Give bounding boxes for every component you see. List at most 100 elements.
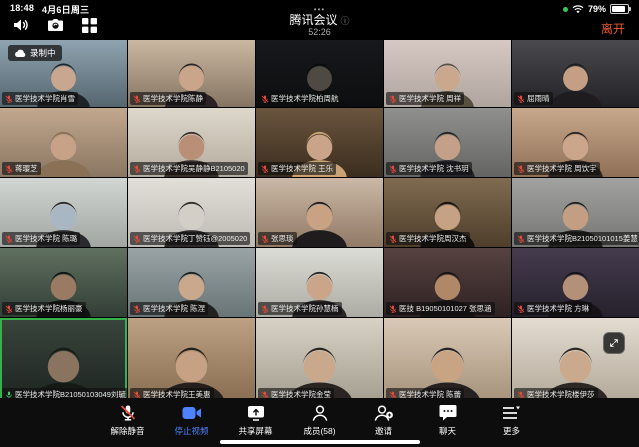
cloud-recording-icon (14, 49, 26, 58)
recording-badge-label: 录制中 (30, 47, 56, 59)
participant-name-tag: 医学技术学院 方琳 (514, 302, 592, 315)
nav-bar: 腾讯会议 ⓘ 52:26 离开 (0, 14, 639, 40)
participant-name: 医学技术学院 王乐 (271, 163, 333, 174)
participant-name: 医学技术学院杨丽豪 (15, 303, 83, 314)
participants-label: 成员(58) (303, 425, 335, 437)
participant-tile[interactable]: 医学技术学院周汉杰 (384, 178, 511, 247)
stop-video-label: 停止视频 (174, 425, 208, 437)
battery-icon (610, 4, 629, 14)
participants-button[interactable]: 成员(58) (294, 403, 346, 437)
participant-tile[interactable]: 医学技术学院 周祥 (384, 40, 511, 107)
participant-name-tag: 屈雨晴 (514, 92, 553, 105)
participant-name: 医学技术学院陈静 (143, 93, 203, 104)
meeting-title-block[interactable]: 腾讯会议 ⓘ 52:26 (289, 14, 349, 38)
participant-name-tag: 医学技术学院肖雪 (2, 92, 78, 105)
more-label: 更多 (503, 425, 520, 437)
participant-name: 蒋璎芝 (15, 163, 38, 174)
mic-status-icon (261, 95, 269, 103)
participant-name-tag: 医学技术学院 陈璐 (2, 232, 80, 245)
mic-status-icon (5, 235, 13, 243)
share-screen-button[interactable]: 共享屏幕 (230, 403, 282, 437)
participant-name: 医学技术学院丁赞钰@2005020 (143, 233, 247, 244)
participants-icon (311, 403, 329, 422)
info-icon[interactable]: ⓘ (341, 16, 350, 26)
participant-tile[interactable]: 医学技术学院丁赞钰@2005020 (128, 178, 255, 247)
status-indicators: 79% (563, 4, 629, 14)
participant-name: 医学技术学院 沈书玥 (399, 163, 469, 174)
speaker-output-button[interactable] (12, 17, 30, 33)
leave-button[interactable]: 离开 (601, 20, 625, 37)
participant-tile[interactable]: 医学技术学院楼伊莎 (512, 318, 639, 403)
mic-status-icon (389, 95, 397, 103)
participant-name-tag: 医学技术学院孙慧楠 (258, 302, 342, 315)
participant-tile[interactable]: 医学技术学院B21050103049刘毓 (0, 318, 127, 403)
participant-tile[interactable]: 医学技术学院 王乐 (256, 108, 383, 177)
participant-name: 医学技术学院B21050101015姜慧 (527, 233, 638, 244)
mic-status-icon (389, 305, 397, 313)
participant-name-tag: 医学技术学院杨丽豪 (2, 302, 86, 315)
participant-name: 医学技术学院吴静静B2105020 (143, 163, 245, 174)
participant-tile[interactable]: 医学技术学院 陈璐 (0, 178, 127, 247)
participant-tile[interactable]: 医学技术学院王美惠 (128, 318, 255, 403)
participant-name: 医学技术学院 陈涅 (143, 303, 205, 314)
participant-name-tag: 医学技术学院 沈书玥 (386, 162, 472, 175)
participant-tile[interactable]: 医学技术学院柏周航 (256, 40, 383, 107)
participant-name: 屈雨晴 (527, 93, 550, 104)
share-screen-icon (247, 403, 265, 422)
layout-grid-button[interactable] (80, 17, 98, 33)
participant-tile[interactable]: 医学技术学院 沈书玥 (384, 108, 511, 177)
meeting-timer: 52:26 (289, 28, 349, 38)
participant-tile[interactable]: 医学技术学院 陈蕾 (384, 318, 511, 403)
invite-button[interactable]: 邀请 (358, 403, 410, 437)
more-icon (502, 403, 521, 422)
home-indicator[interactable] (220, 440, 420, 444)
more-button[interactable]: 更多 (486, 403, 538, 437)
mic-status-icon (133, 165, 141, 173)
participant-tile[interactable]: 张思琰 (256, 178, 383, 247)
mic-status-icon (5, 95, 13, 103)
participant-tile[interactable]: 屈雨晴 (512, 40, 639, 107)
mic-status-icon (261, 165, 269, 173)
share-screen-label: 共享屏幕 (238, 425, 272, 437)
mic-status-icon (261, 235, 269, 243)
participant-tile[interactable]: 医技 B19050101027 张思涵 (384, 248, 511, 317)
wifi-icon (572, 5, 584, 14)
participant-tile[interactable]: 医学技术学院 陈涅 (128, 248, 255, 317)
recording-badge[interactable]: 录制中 (8, 45, 62, 61)
participant-tile[interactable]: 医学技术学院杨丽豪 (0, 248, 127, 317)
video-camera-icon (182, 403, 202, 422)
participant-name: 医学技术学院周汉杰 (399, 233, 467, 244)
chat-label: 聊天 (439, 425, 456, 437)
participant-name: 医学技术学院柏周航 (271, 93, 339, 104)
participant-tile[interactable]: 医学技术学院B21050101015姜慧 (512, 178, 639, 247)
mic-status-icon (517, 305, 525, 313)
participant-tile[interactable]: 医学技术学院陈静 (128, 40, 255, 107)
stop-video-button[interactable]: 停止视频 (166, 403, 218, 437)
participant-tile[interactable]: 医学技术学院 周饮宇 (512, 108, 639, 177)
participant-tile[interactable]: 医学技术学院金莹 (256, 318, 383, 403)
participant-name: 医学技术学院 方琳 (527, 303, 589, 314)
chat-button[interactable]: 聊天 (422, 403, 474, 437)
participant-tile[interactable]: 医学技术学院 方琳 (512, 248, 639, 317)
participant-name: 医学技术学院 周祥 (399, 93, 461, 104)
participant-name-tag: 医学技术学院吴静静B2105020 (130, 162, 248, 175)
participant-name-tag: 医学技术学院B21050101015姜慧 (514, 232, 639, 245)
participant-name-tag: 医技 B19050101027 张思涵 (386, 302, 495, 315)
participant-name-tag: 医学技术学院周汉杰 (386, 232, 470, 245)
battery-percent: 79% (588, 4, 606, 14)
switch-view-button[interactable] (603, 332, 625, 354)
unmute-button[interactable]: 解除静音 (102, 403, 154, 437)
participant-tile[interactable]: 蒋璎芝 (0, 108, 127, 177)
mic-status-icon (389, 165, 397, 173)
participant-name-tag: 医学技术学院陈静 (130, 92, 206, 105)
participant-name: 医学技术学院 陈璐 (15, 233, 77, 244)
switch-camera-button[interactable] (46, 17, 64, 33)
participant-tile[interactable]: 医学技术学院吴静静B2105020 (128, 108, 255, 177)
mic-status-icon (133, 305, 141, 313)
meeting-title: 腾讯会议 (289, 13, 337, 27)
participant-name-tag: 医学技术学院柏周航 (258, 92, 342, 105)
mic-status-icon (389, 235, 397, 243)
participant-tile[interactable]: 医学技术学院孙慧楠 (256, 248, 383, 317)
mic-status-icon (133, 235, 141, 243)
expand-arrows-icon (610, 337, 618, 349)
